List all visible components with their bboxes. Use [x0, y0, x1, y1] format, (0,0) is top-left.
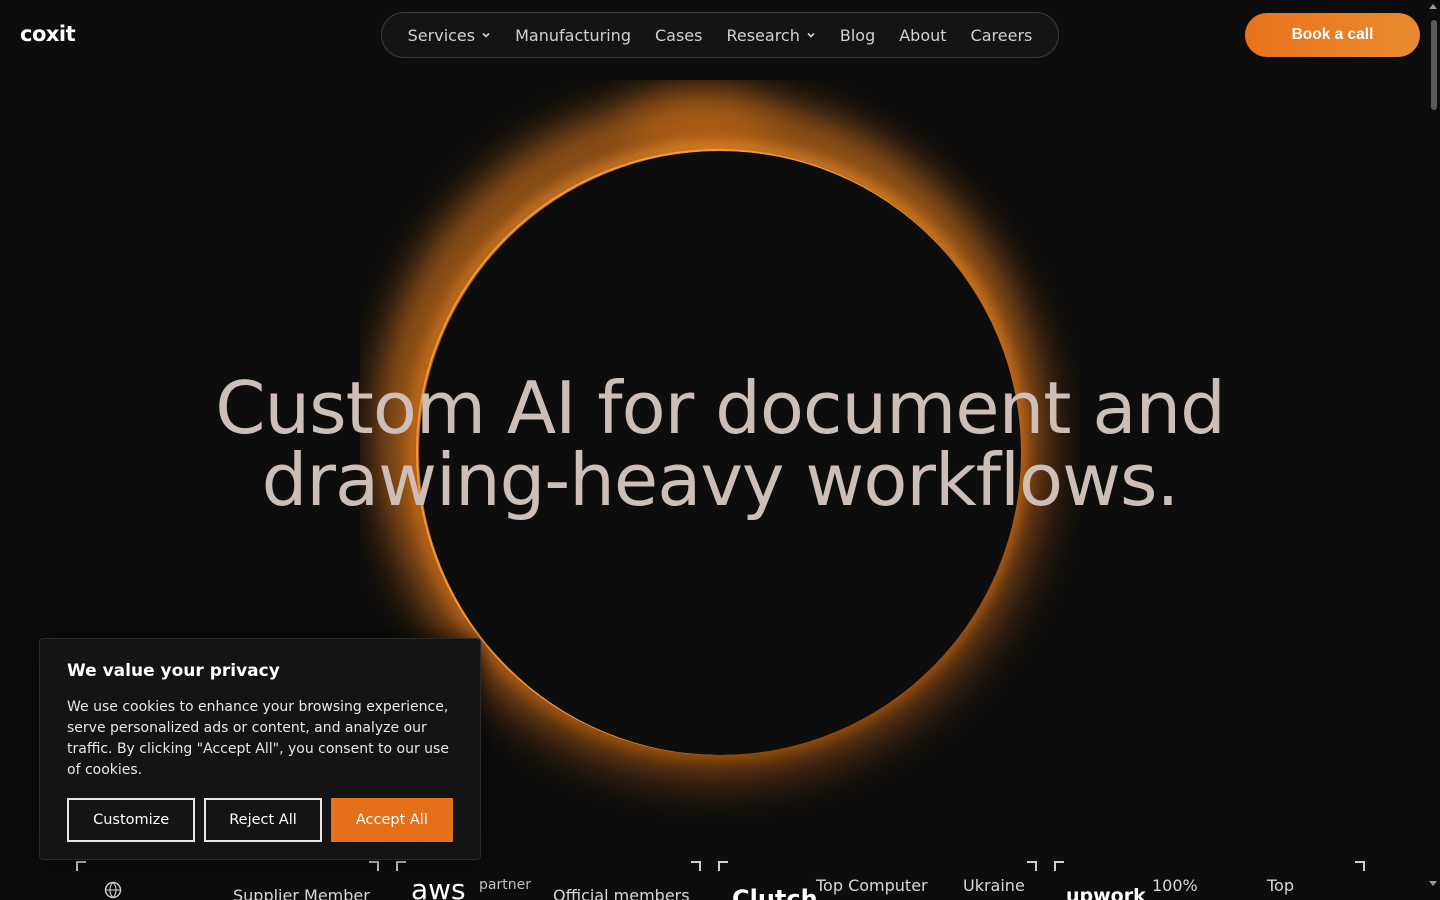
partner-badge-upwork: upwork 100% Top	[1053, 861, 1365, 900]
cookie-consent-banner: We value your privacy We use cookies to …	[39, 638, 481, 860]
nav-item-careers[interactable]: Careers	[971, 26, 1033, 45]
badge-text: Official members	[553, 886, 690, 900]
globe-icon	[104, 881, 122, 899]
nav-item-manufacturing[interactable]: Manufacturing	[515, 26, 631, 45]
cookie-title: We value your privacy	[67, 661, 280, 681]
cookie-actions: Customize Reject All Accept All	[67, 798, 454, 842]
nav-item-cases[interactable]: Cases	[655, 26, 703, 45]
badge-text: Top Computer	[816, 876, 928, 895]
nav-item-label: Careers	[970, 25, 1033, 45]
partner-badge-clutch: Clutch Top Computer Ukraine	[717, 861, 1037, 900]
aws-logo: aws	[411, 873, 466, 900]
cookie-body: We use cookies to enhance your browsing …	[67, 699, 449, 778]
accept-all-button[interactable]: Accept All	[330, 798, 454, 842]
badge-text: Supplier Member	[233, 886, 370, 900]
main-nav: Services Manufacturing Cases Research Bl…	[381, 12, 1059, 58]
aws-partner-label: partner	[479, 877, 531, 893]
clutch-logo: Clutch	[732, 885, 818, 900]
partner-badge-supplier: Supplier Member	[75, 861, 379, 900]
page-scrollbar[interactable]	[1428, 0, 1440, 900]
nav-item-services[interactable]: Services	[408, 26, 491, 45]
nav-item-about[interactable]: About	[899, 26, 946, 45]
book-a-call-button[interactable]: Book a call	[1245, 13, 1420, 57]
nav-item-label: About	[899, 25, 947, 45]
scrollbar-thumb[interactable]	[1431, 20, 1437, 110]
badge-text-rank: Top	[1267, 876, 1294, 895]
nav-item-label: Cases	[654, 25, 703, 45]
scroll-up-arrow-icon[interactable]	[1429, 4, 1437, 9]
chevron-down-icon	[807, 32, 815, 38]
nav-item-blog[interactable]: Blog	[840, 26, 875, 45]
hero-headline: Custom AI for document and drawing-heavy…	[0, 372, 1440, 516]
customize-button[interactable]: Customize	[67, 798, 196, 842]
upwork-logo: upwork	[1066, 885, 1146, 900]
scroll-down-arrow-icon[interactable]	[1429, 881, 1437, 886]
nav-item-label: Research	[726, 25, 800, 45]
hero-headline-line1: Custom AI for document and	[215, 366, 1226, 450]
hero-headline-line2: drawing-heavy workflows.	[261, 438, 1180, 522]
nav-item-label: Manufacturing	[515, 25, 631, 45]
partner-badge-aws: aws partner Official members	[395, 861, 701, 900]
nav-item-research[interactable]: Research	[726, 26, 815, 45]
chevron-down-icon	[482, 32, 490, 38]
nav-item-label: Services	[407, 25, 476, 45]
badge-text-country: Ukraine	[963, 876, 1025, 895]
brand-logo[interactable]: coxit	[20, 22, 76, 46]
badge-text: 100%	[1152, 876, 1198, 895]
reject-all-button[interactable]: Reject All	[204, 798, 322, 842]
nav-item-label: Blog	[839, 25, 876, 45]
